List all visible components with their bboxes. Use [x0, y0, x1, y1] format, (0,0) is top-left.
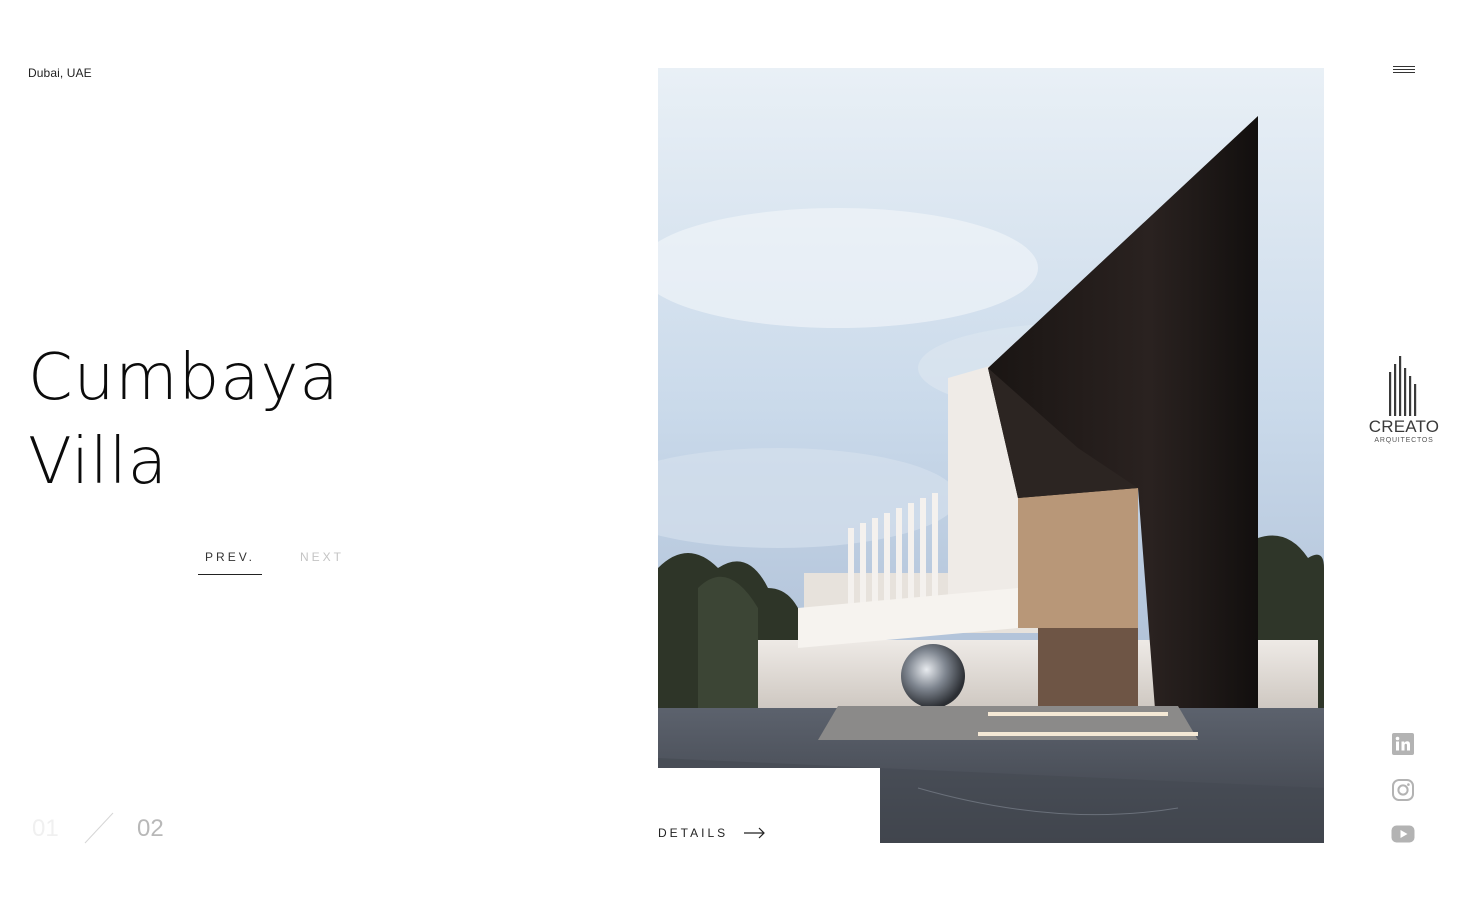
brand-name: CREATO: [1368, 417, 1440, 436]
details-label: DETAILS: [658, 826, 729, 840]
slide-counter-current: 01: [32, 815, 59, 842]
brand-logo[interactable]: CREATO ARQUITECTOS: [1362, 356, 1446, 444]
slide-counter-total: 02: [137, 815, 164, 842]
menu-line-3: [1393, 72, 1415, 73]
prev-button[interactable]: PREV.: [198, 550, 262, 575]
location-label: Dubai, UAE: [28, 66, 92, 80]
project-photo: [658, 68, 1324, 843]
youtube-icon[interactable]: [1391, 822, 1415, 846]
arrow-right-icon: [744, 827, 765, 839]
linkedin-icon[interactable]: [1391, 732, 1415, 756]
counter-divider: [84, 812, 114, 844]
menu-line-1: [1393, 66, 1415, 67]
project-title: Cumbaya Villa: [28, 336, 340, 504]
brand-tagline: ARQUITECTOS: [1374, 437, 1434, 444]
hamburger-menu-icon[interactable]: [1393, 66, 1415, 78]
next-button[interactable]: NEXT: [300, 550, 344, 564]
menu-line-2: [1393, 69, 1415, 70]
logo-bars-icon: [1389, 356, 1417, 416]
project-title-line-1: Cumbaya: [28, 341, 340, 415]
instagram-icon[interactable]: [1391, 778, 1415, 802]
project-title-line-2: Villa: [28, 425, 168, 499]
details-link[interactable]: DETAILS: [658, 826, 766, 840]
